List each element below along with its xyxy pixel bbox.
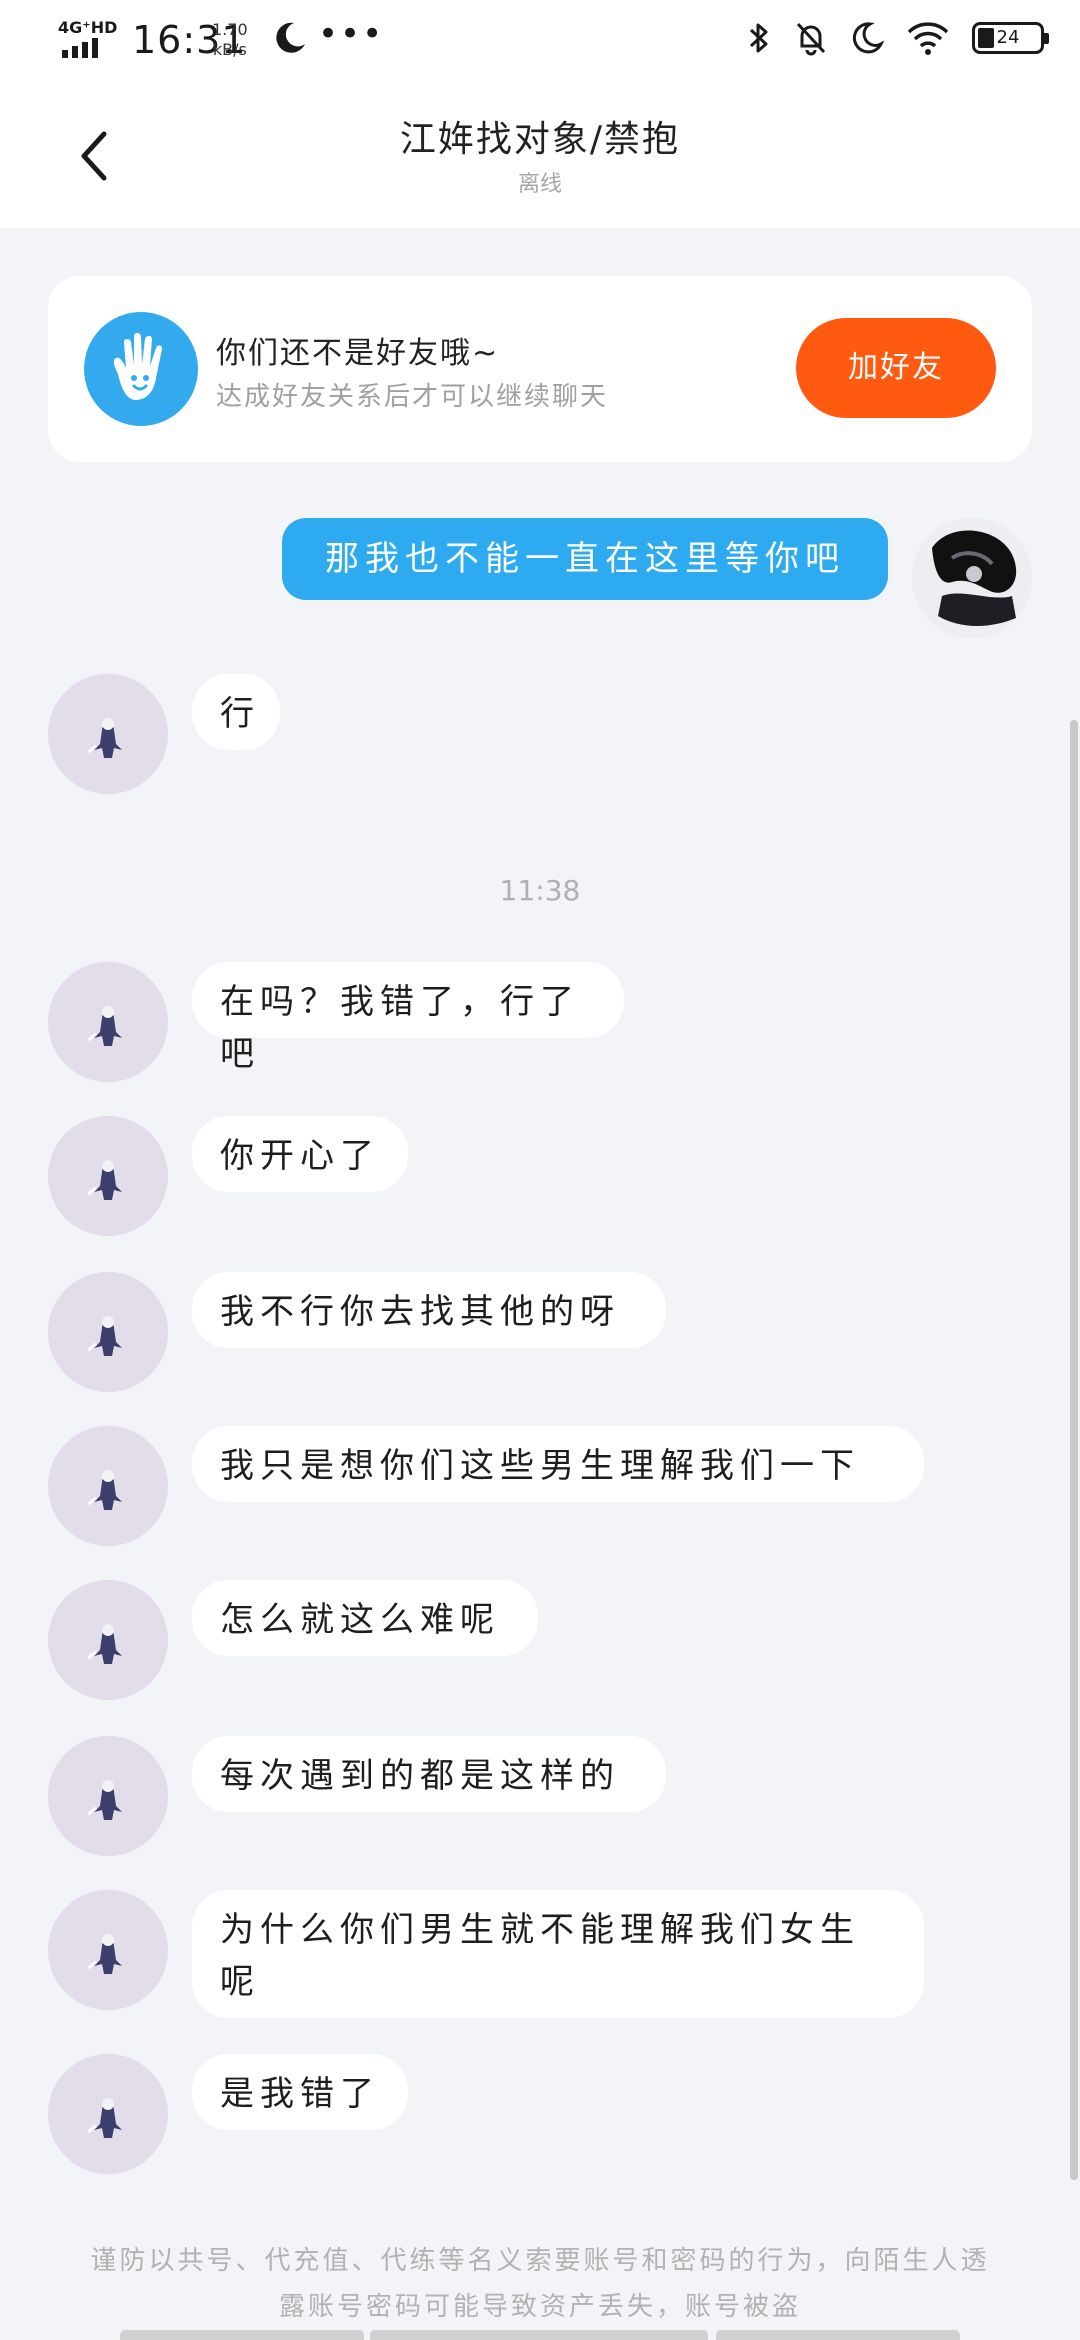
input-bar-edge (370, 2330, 708, 2340)
security-warning: 谨防以共号、代充值、代练等名义索要账号和密码的行为，向陌生人透露账号密码可能导致… (90, 2246, 990, 2322)
signal-icon (62, 38, 98, 58)
moon-icon (276, 22, 305, 53)
received-message-bubble[interactable]: 是我错了 (192, 2054, 408, 2130)
contact-avatar[interactable] (48, 1890, 168, 2010)
contact-avatar[interactable] (48, 674, 168, 794)
received-message-bubble[interactable]: 行 (192, 674, 280, 750)
contact-name: 江姩找对象/禁抱 (399, 119, 681, 160)
scrollbar[interactable] (1070, 720, 1078, 2180)
status-bar: 4G⁺HD 16:31 1.70 kB/s ••• 24 (0, 0, 1080, 82)
input-bar-edge (716, 2330, 960, 2340)
contact-avatar[interactable] (48, 1272, 168, 1392)
status-icons: 24 (746, 20, 1049, 56)
network-speed: 1.70 kB/s (212, 20, 248, 60)
contact-avatar[interactable] (48, 2054, 168, 2174)
received-message-bubble[interactable]: 我只是想你们这些男生理解我们一下 (192, 1426, 924, 1502)
hand-wave-icon (84, 312, 198, 426)
sent-message-bubble[interactable]: 那我也不能一直在这里等你吧 (282, 518, 888, 600)
received-message-bubble[interactable]: 每次遇到的都是这样的 (192, 1736, 666, 1812)
more-notifications-icon: ••• (318, 14, 385, 54)
contact-avatar[interactable] (48, 1116, 168, 1236)
input-bar-edge (120, 2330, 364, 2340)
message-time: 11:38 (499, 874, 581, 907)
wifi-icon (907, 22, 949, 55)
received-message-bubble[interactable]: 在吗？我错了，行了吧 (192, 962, 624, 1074)
bluetooth-icon (749, 23, 768, 53)
not-friends-subtitle: 达成好友关系后才可以继续聊天 (216, 382, 609, 412)
chat-screen: 4G⁺HD 16:31 1.70 kB/s ••• 24 江姩找对象/禁抱 离线… (0, 0, 1080, 2340)
speed-unit: kB/s (212, 40, 247, 59)
speed-value: 1.70 (212, 20, 248, 39)
battery-icon: 24 (972, 22, 1049, 54)
my-avatar[interactable] (912, 518, 1032, 638)
mute-bell-icon (796, 22, 826, 56)
battery-level: 24 (996, 27, 1020, 48)
chat-header: 江姩找对象/禁抱 离线 (0, 82, 1080, 228)
contact-avatar[interactable] (48, 1580, 168, 1700)
received-message-bubble[interactable]: 怎么就这么难呢 (192, 1580, 538, 1656)
contact-avatar[interactable] (48, 1426, 168, 1546)
network-type: 4G⁺HD (58, 18, 118, 37)
contact-avatar[interactable] (48, 962, 168, 1082)
received-message-bubble[interactable]: 你开心了 (192, 1116, 408, 1192)
received-message-bubble[interactable]: 为什么你们男生就不能理解我们女生呢 (192, 1890, 924, 2018)
add-friend-card: 你们还不是好友哦~ 达成好友关系后才可以继续聊天 加好友 (48, 276, 1032, 462)
contact-avatar[interactable] (48, 1736, 168, 1856)
received-message-bubble[interactable]: 我不行你去找其他的呀 (192, 1272, 666, 1348)
add-friend-button[interactable]: 加好友 (796, 318, 996, 418)
do-not-disturb-moon-icon (852, 22, 884, 54)
not-friends-title: 你们还不是好友哦~ (216, 336, 500, 371)
online-status: 离线 (517, 172, 562, 197)
